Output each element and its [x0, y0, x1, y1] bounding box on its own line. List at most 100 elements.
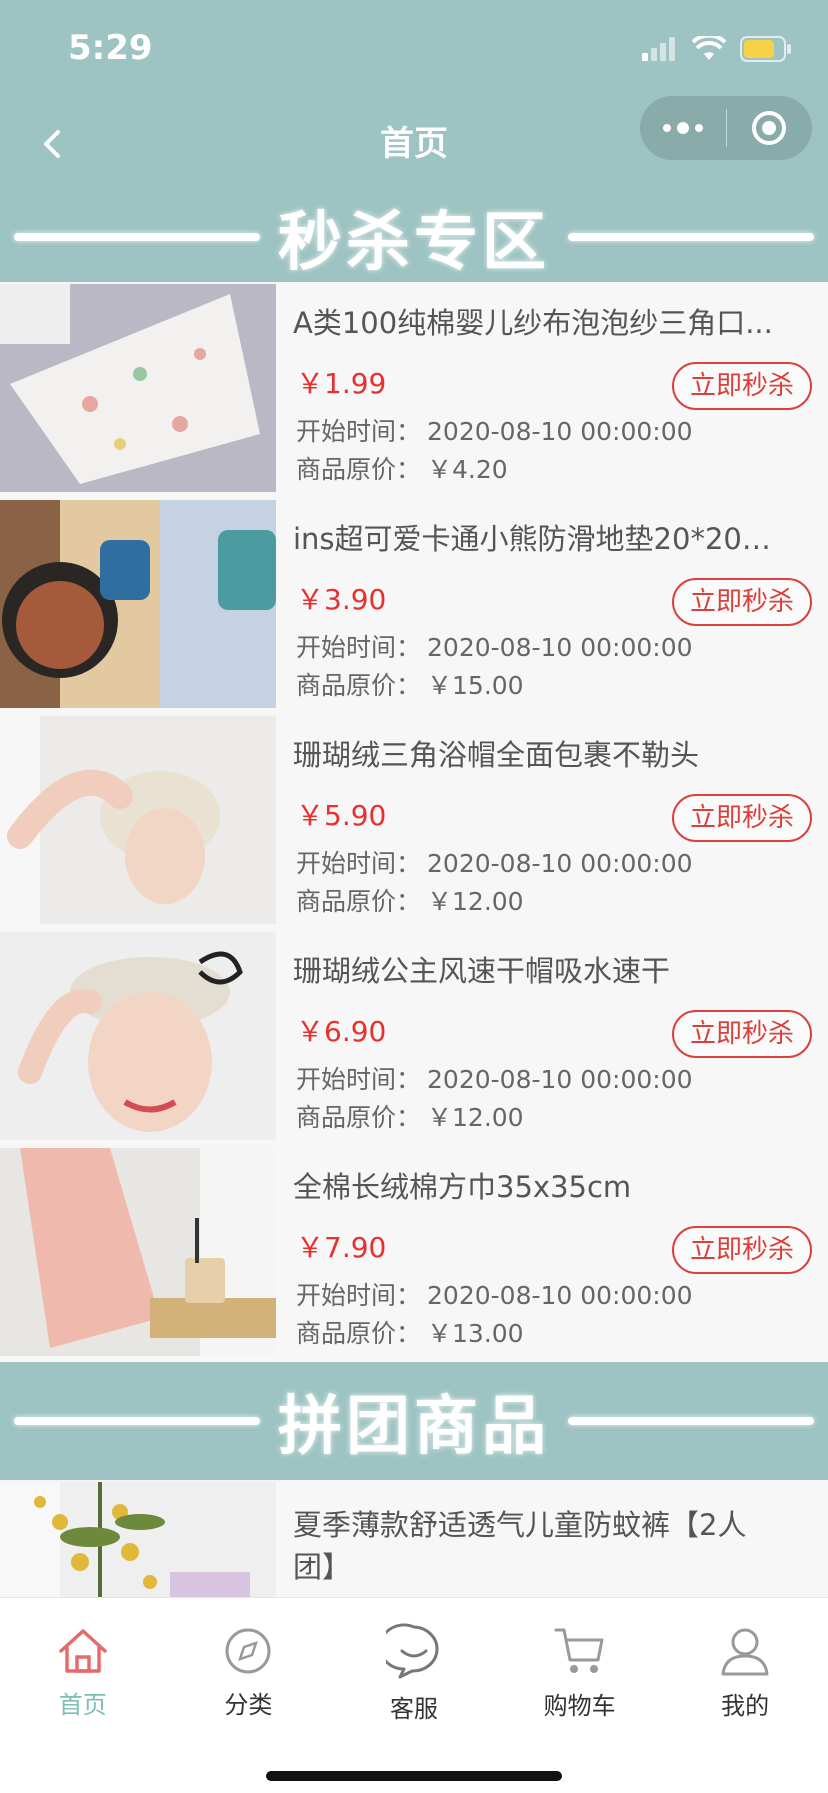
product-name: 全棉长绒棉方巾35x35cm — [293, 1170, 632, 1204]
product-price: ￥3.90 — [296, 583, 387, 616]
product-image — [0, 932, 276, 1140]
start-time-row: 开始时间： 2020-08-10 00:00:00 — [296, 844, 693, 880]
more-dots-icon — [662, 122, 703, 134]
wifi-icon — [692, 36, 726, 60]
original-price-label: 商品原价： — [296, 671, 422, 700]
battery-icon — [740, 36, 791, 62]
product-image — [0, 500, 276, 708]
banner-line-right — [568, 1417, 814, 1425]
seckill-button[interactable]: 立即秒杀 — [672, 1226, 812, 1274]
product-info: A类100纯棉婴儿纱布泡泡纱三角口... ￥1.99 立即秒杀 开始时间： 202… — [276, 284, 828, 498]
product-name: 夏季薄款舒适透气儿童防蚊裤【2人团】 — [293, 1508, 747, 1584]
product-item[interactable]: A类100纯棉婴儿纱布泡泡纱三角口... ￥1.99 立即秒杀 开始时间： 202… — [0, 284, 828, 498]
tab-label: 我的 — [721, 1691, 770, 1720]
seckill-button[interactable]: 立即秒杀 — [672, 578, 812, 626]
seckill-banner: 秒杀专区 — [0, 192, 828, 282]
home-indicator — [266, 1771, 562, 1781]
original-price-value: ￥15.00 — [427, 671, 524, 700]
original-price-value: ￥12.00 — [427, 887, 524, 916]
tab-home[interactable]: 首页 — [0, 1598, 166, 1748]
start-time-row: 开始时间： 2020-08-10 00:00:00 — [296, 1060, 693, 1096]
tab-label: 购物车 — [543, 1691, 616, 1720]
product-image — [0, 284, 276, 492]
product-item[interactable]: 珊瑚绒公主风速干帽吸水速干 ￥6.90 立即秒杀 开始时间： 2020-08-10… — [0, 932, 828, 1146]
miniapp-capsule — [640, 96, 812, 160]
status-bar: 5:29 — [0, 0, 828, 96]
seckill-list: A类100纯棉婴儿纱布泡泡纱三角口... ￥1.99 立即秒杀 开始时间： 202… — [0, 284, 828, 1364]
chat-icon — [385, 1623, 439, 1678]
tab-bar: 首页 分类 客服 购物车 我的 — [0, 1597, 828, 1793]
product-price: ￥6.90 — [296, 1015, 387, 1048]
product-price: ￥1.99 — [296, 367, 387, 400]
product-item[interactable]: ins超可爱卡通小熊防滑地垫20*20cm ￥3.90 立即秒杀 开始时间： 20… — [0, 500, 828, 714]
tab-mine[interactable]: 我的 — [662, 1598, 828, 1748]
original-price-row: 商品原价： ￥12.00 — [296, 1098, 524, 1134]
product-info: 全棉长绒棉方巾35x35cm ￥7.90 立即秒杀 开始时间： 2020-08-1… — [276, 1148, 828, 1362]
product-name: ins超可爱卡通小熊防滑地垫20*20cm — [293, 522, 784, 556]
start-time-value: 2020-08-10 00:00:00 — [427, 1065, 693, 1094]
group-banner: 拼团商品 — [0, 1362, 828, 1480]
seckill-button[interactable]: 立即秒杀 — [672, 362, 812, 410]
seckill-title: 秒杀专区 — [278, 206, 550, 280]
product-name: 珊瑚绒公主风速干帽吸水速干 — [293, 954, 671, 988]
status-time: 5:29 — [68, 28, 153, 68]
original-price-row: 商品原价： ￥4.20 — [296, 450, 508, 486]
start-time-label: 开始时间： — [296, 1065, 422, 1094]
start-time-row: 开始时间： 2020-08-10 00:00:00 — [296, 412, 693, 448]
start-time-label: 开始时间： — [296, 1281, 422, 1310]
seckill-button[interactable]: 立即秒杀 — [672, 794, 812, 842]
target-icon — [752, 111, 787, 145]
start-time-label: 开始时间： — [296, 633, 422, 662]
tab-category[interactable]: 分类 — [166, 1598, 332, 1748]
original-price-value: ￥12.00 — [427, 1103, 524, 1132]
tab-label: 分类 — [224, 1690, 273, 1719]
more-button[interactable] — [640, 96, 726, 160]
product-name: 珊瑚绒三角浴帽全面包裹不勒头 — [293, 738, 700, 772]
start-time-label: 开始时间： — [296, 849, 422, 878]
product-item[interactable]: 全棉长绒棉方巾35x35cm ￥7.90 立即秒杀 开始时间： 2020-08-1… — [0, 1148, 828, 1362]
tab-service[interactable]: 客服 — [331, 1598, 497, 1748]
group-title: 拼团商品 — [278, 1390, 550, 1464]
product-info: ins超可爱卡通小熊防滑地垫20*20cm ￥3.90 立即秒杀 开始时间： 20… — [276, 500, 828, 714]
banner-line-right — [568, 233, 814, 241]
product-item[interactable]: 珊瑚绒三角浴帽全面包裹不勒头 ￥5.90 立即秒杀 开始时间： 2020-08-1… — [0, 716, 828, 930]
start-time-row: 开始时间： 2020-08-10 00:00:00 — [296, 628, 693, 664]
start-time-value: 2020-08-10 00:00:00 — [427, 849, 693, 878]
product-image — [0, 1148, 276, 1356]
home-icon — [59, 1628, 107, 1673]
original-price-label: 商品原价： — [296, 455, 422, 484]
signal-icon — [642, 37, 675, 61]
original-price-row: 商品原价： ￥15.00 — [296, 666, 524, 702]
start-time-row: 开始时间： 2020-08-10 00:00:00 — [296, 1276, 693, 1312]
original-price-value: ￥4.20 — [427, 455, 508, 484]
product-info: 珊瑚绒公主风速干帽吸水速干 ￥6.90 立即秒杀 开始时间： 2020-08-10… — [276, 932, 828, 1146]
start-time-label: 开始时间： — [296, 417, 422, 446]
compass-icon — [225, 1628, 271, 1673]
tab-cart[interactable]: 购物车 — [497, 1598, 663, 1748]
start-time-value: 2020-08-10 00:00:00 — [427, 633, 693, 662]
banner-line-left — [14, 1417, 260, 1425]
original-price-row: 商品原价： ￥13.00 — [296, 1314, 524, 1350]
product-info: 珊瑚绒三角浴帽全面包裹不勒头 ￥5.90 立即秒杀 开始时间： 2020-08-1… — [276, 716, 828, 930]
original-price-label: 商品原价： — [296, 887, 422, 916]
original-price-value: ￥13.00 — [427, 1319, 524, 1348]
tab-label: 首页 — [58, 1690, 107, 1719]
start-time-value: 2020-08-10 00:00:00 — [427, 1281, 693, 1310]
cart-icon — [554, 1628, 604, 1673]
original-price-label: 商品原价： — [296, 1319, 422, 1348]
product-name: A类100纯棉婴儿纱布泡泡纱三角口... — [293, 306, 773, 340]
original-price-label: 商品原价： — [296, 1103, 422, 1132]
group-product-item[interactable]: 夏季薄款舒适透气儿童防蚊裤【2人团】 — [0, 1482, 828, 1597]
product-image — [0, 716, 276, 924]
seckill-button[interactable]: 立即秒杀 — [672, 1010, 812, 1058]
tab-label: 客服 — [389, 1694, 438, 1723]
user-icon — [721, 1628, 769, 1675]
close-miniapp-button[interactable] — [727, 96, 813, 160]
original-price-row: 商品原价： ￥12.00 — [296, 882, 524, 918]
status-icons — [642, 36, 792, 62]
product-image — [0, 1482, 276, 1597]
nav-bar: 首页 — [0, 96, 828, 192]
product-price: ￥5.90 — [296, 799, 387, 832]
start-time-value: 2020-08-10 00:00:00 — [427, 417, 693, 446]
banner-line-left — [14, 233, 260, 241]
